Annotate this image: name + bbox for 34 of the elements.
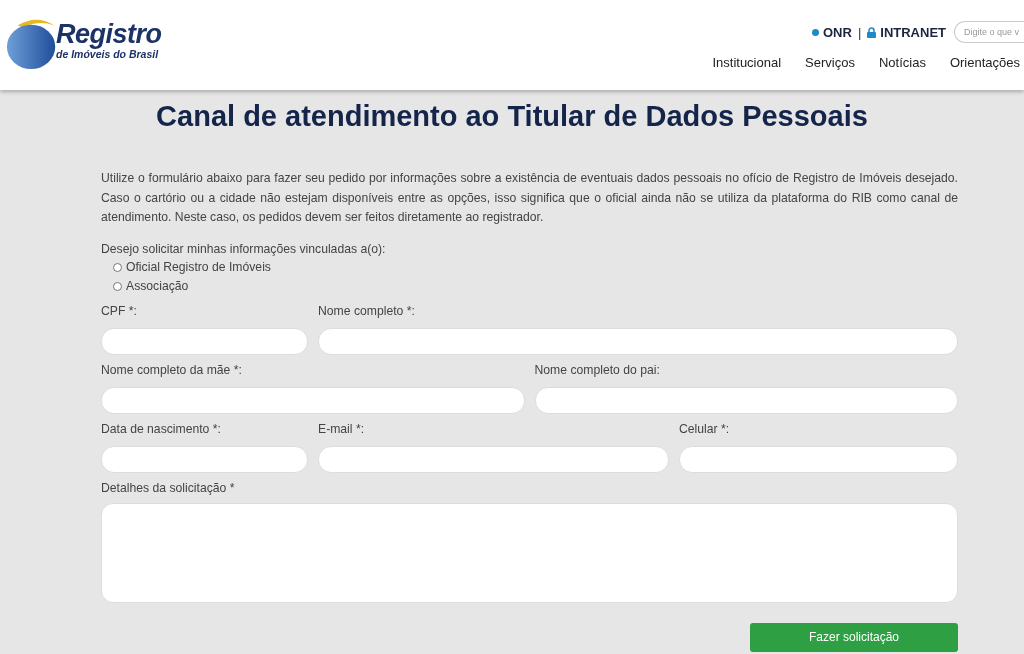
question-label: Desejo solicitar minhas informações vinculadas a(o):	[101, 240, 387, 258]
logo-subtitle: de Imóveis do Brasil	[56, 48, 159, 60]
nav-link[interactable]: Notícias	[878, 55, 926, 70]
input-field[interactable]	[318, 445, 669, 473]
field-label: Nome completo do pai:	[534, 361, 661, 379]
text-area[interactable]	[101, 502, 958, 603]
search-field[interactable]: Digite o que v	[954, 21, 1024, 43]
lock-icon	[867, 26, 877, 38]
dot-icon	[812, 28, 819, 36]
top-link[interactable]: ONR	[812, 24, 852, 40]
option-label: Associação	[126, 277, 189, 295]
field-label: Nome completo *:	[318, 302, 416, 320]
page-title: Canal de atendimento ao Titular de Dados Pessoais	[155, 100, 869, 133]
field-label: Celular *:	[679, 420, 731, 438]
top-link[interactable]: INTRANET	[867, 24, 946, 40]
field-label: Nome completo da mãe *:	[101, 361, 243, 379]
input-field[interactable]	[101, 327, 308, 355]
input-field[interactable]	[318, 327, 958, 355]
separator-text: |	[857, 24, 862, 40]
input-field[interactable]	[101, 445, 308, 473]
input-field[interactable]	[101, 386, 525, 414]
option-label: Oficial Registro de Imóveis	[126, 258, 271, 276]
nav-link[interactable]: Institucional	[712, 55, 782, 70]
input-field[interactable]	[679, 445, 958, 473]
field-label: Detalhes da solicitação *	[101, 479, 236, 497]
field-label: CPF *:	[101, 302, 138, 320]
intro-text: Utilize o formulário abaixo para fazer seu pedido por informações sobre a existência de eventuais dados pessoais no ofício de Registro de Imóveis desejado. Caso o cartório ou a cidade não estejam disponíveis entre as opções, isso significa que o oficial ainda não se utiliza da plataforma do RIB como canal de atendimento. Neste caso, os pedidos devem ser feitos diretamente ao registrador.	[101, 170, 958, 226]
nav-link[interactable]: Serviços	[805, 55, 855, 70]
field-label: Data de nascimento *:	[101, 420, 222, 438]
radio-button[interactable]	[113, 262, 122, 272]
field-label: E-mail *:	[318, 420, 366, 438]
input-field[interactable]	[534, 386, 958, 414]
nav-link[interactable]: Orientações	[949, 55, 1020, 70]
radio-button[interactable]	[113, 281, 122, 291]
